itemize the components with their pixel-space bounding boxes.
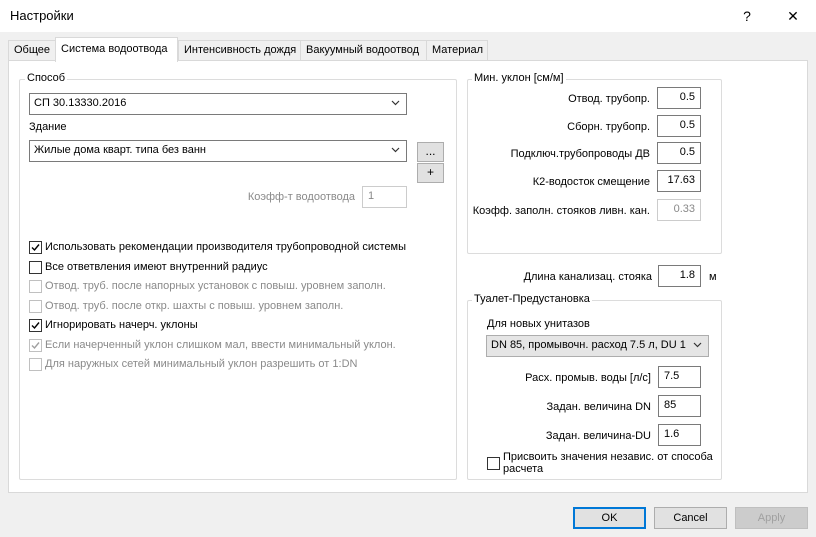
chevron-down-icon xyxy=(391,100,400,106)
flush-flow-field[interactable]: 7.5 xyxy=(658,366,701,388)
open-shaft-checkbox[interactable] xyxy=(29,300,42,313)
flush-flow-label: Расх. промыв. воды [л/с] xyxy=(525,372,651,384)
outdoor-slope-label: Для наружных сетей минимальный уклон раз… xyxy=(45,358,358,370)
slope-label-connection: Подключ.трубопроводы ДВ xyxy=(510,148,650,160)
coef-label: Коэфф-т водоотвода xyxy=(247,191,355,203)
stack-length-field[interactable]: 1.8 xyxy=(658,265,701,287)
method-select[interactable]: СП 30.13330.2016 xyxy=(29,93,407,115)
tab-drainage-system[interactable]: Система водоотвода xyxy=(55,37,178,62)
min-slope-label: Если начерченный уклон слишком мал, ввес… xyxy=(45,339,396,351)
slope-field-k2-offset[interactable]: 17.63 xyxy=(657,170,701,192)
ignore-slopes-checkbox[interactable] xyxy=(29,319,42,332)
chevron-down-icon xyxy=(693,340,702,349)
pressure-units-label: Отвод. труб. после напорных установок с … xyxy=(45,280,386,292)
assign-independent-checkbox[interactable] xyxy=(487,457,500,470)
building-label: Здание xyxy=(29,121,67,133)
stack-length-label: Длина канализац. стояка xyxy=(523,271,652,283)
checkmark-icon xyxy=(31,342,40,350)
coef-field[interactable]: 1 xyxy=(362,186,407,208)
method-select-value: СП 30.13330.2016 xyxy=(34,97,127,109)
slope-label-collector: Сборн. трубопр. xyxy=(567,121,650,133)
use-manufacturer-label: Использовать рекомендации производителя … xyxy=(45,241,407,253)
chevron-down-icon xyxy=(391,147,400,153)
tab-material[interactable]: Материал xyxy=(426,40,488,60)
checkmark-icon xyxy=(31,322,40,330)
use-manufacturer-checkbox[interactable] xyxy=(29,241,42,254)
help-button[interactable]: ? xyxy=(724,0,770,32)
inner-radius-checkbox[interactable] xyxy=(29,261,42,274)
stack-length-unit: м xyxy=(709,271,717,283)
apply-button[interactable]: Apply xyxy=(735,507,808,529)
tab-rain-intensity[interactable]: Интенсивность дождя xyxy=(178,40,301,60)
slope-label-outlet: Отвод. трубопр. xyxy=(568,93,650,105)
cancel-button[interactable]: Cancel xyxy=(654,507,727,529)
tab-general[interactable]: Общее xyxy=(8,40,56,60)
pressure-units-checkbox[interactable] xyxy=(29,280,42,293)
building-add-button[interactable]: + xyxy=(417,163,444,183)
method-legend: Способ xyxy=(25,72,68,84)
ok-button[interactable]: OK xyxy=(573,507,646,529)
slope-field-collector[interactable]: 0.5 xyxy=(657,115,701,137)
du-value-field[interactable]: 1.6 xyxy=(658,424,701,446)
assign-independent-label: Присвоить значения независ. от способа р… xyxy=(503,451,713,475)
slope-label-fill-coef: Коэфф. заполн. стояков ливн. кан. xyxy=(472,205,650,217)
du-value-label: Задан. величина-DU xyxy=(545,430,651,442)
toilet-legend: Туалет-Предустановка xyxy=(472,293,592,305)
dn-value-field[interactable]: 85 xyxy=(658,395,701,417)
slope-field-connection[interactable]: 0.5 xyxy=(657,142,701,164)
min-slope-checkbox[interactable] xyxy=(29,339,42,352)
building-browse-button[interactable]: ... xyxy=(417,142,444,162)
dn-value-label: Задан. величина DN xyxy=(546,401,651,413)
building-select-value: Жилые дома кварт. типа без ванн xyxy=(34,144,206,156)
slope-field-fill-coef[interactable]: 0.33 xyxy=(657,199,701,221)
new-toilets-select-value: DN 85, промывочн. расход 7.5 л, DU 1 xyxy=(491,339,686,351)
new-toilets-label: Для новых унитазов xyxy=(487,318,590,330)
tab-vacuum-drainage[interactable]: Вакуумный водоотвод xyxy=(300,40,427,60)
slope-label-k2-offset: К2-водосток смещение xyxy=(532,176,650,188)
building-select[interactable]: Жилые дома кварт. типа без ванн xyxy=(29,140,407,162)
inner-radius-label: Все ответвления имеют внутренний радиус xyxy=(45,261,268,273)
title-bar xyxy=(0,0,816,32)
ignore-slopes-label: Игнорировать начерч. уклоны xyxy=(45,319,198,331)
close-button[interactable]: ✕ xyxy=(770,0,816,32)
window-title: Настройки xyxy=(10,8,74,23)
new-toilets-select[interactable]: DN 85, промывочн. расход 7.5 л, DU 1 xyxy=(486,335,709,357)
slope-field-outlet[interactable]: 0.5 xyxy=(657,87,701,109)
checkmark-icon xyxy=(31,244,40,252)
min-slope-legend: Мин. уклон [см/м] xyxy=(472,72,566,84)
outdoor-slope-checkbox[interactable] xyxy=(29,358,42,371)
open-shaft-label: Отвод. труб. после откр. шахты с повыш. … xyxy=(45,300,344,312)
